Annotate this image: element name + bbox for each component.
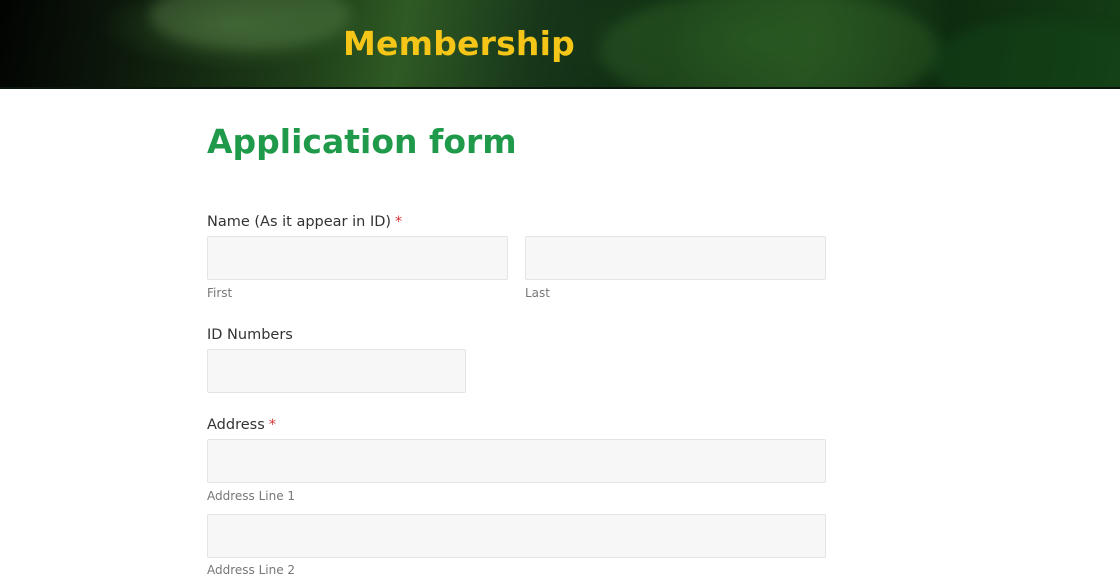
header-title: Membership <box>343 24 575 63</box>
header-banner: Membership <box>0 0 1120 88</box>
address-field-label: Address * <box>207 415 276 435</box>
banner-leaf-shape <box>600 0 940 88</box>
last-name-input[interactable] <box>525 236 826 280</box>
address-label-text: Address <box>207 417 265 433</box>
address-line1-input[interactable] <box>207 439 826 483</box>
first-name-sublabel: First <box>207 286 233 300</box>
header-divider <box>0 87 1120 89</box>
id-numbers-input[interactable] <box>207 349 466 393</box>
name-label-text: Name (As it appear in ID) <box>207 214 392 230</box>
banner-leaf-shape <box>150 0 350 50</box>
last-name-sublabel: Last <box>525 286 550 300</box>
first-name-input[interactable] <box>207 236 508 280</box>
address-required-mark: * <box>268 417 276 433</box>
banner-leaf-shape <box>930 20 1120 88</box>
id-numbers-label: ID Numbers <box>207 327 293 343</box>
address-line2-input[interactable] <box>207 514 826 558</box>
name-required-mark: * <box>395 214 403 230</box>
address-line1-sublabel: Address Line 1 <box>207 489 296 503</box>
form-heading: Application form <box>207 122 517 161</box>
address-line2-sublabel: Address Line 2 <box>207 563 296 577</box>
name-field-label: Name (As it appear in ID) * <box>207 212 402 232</box>
